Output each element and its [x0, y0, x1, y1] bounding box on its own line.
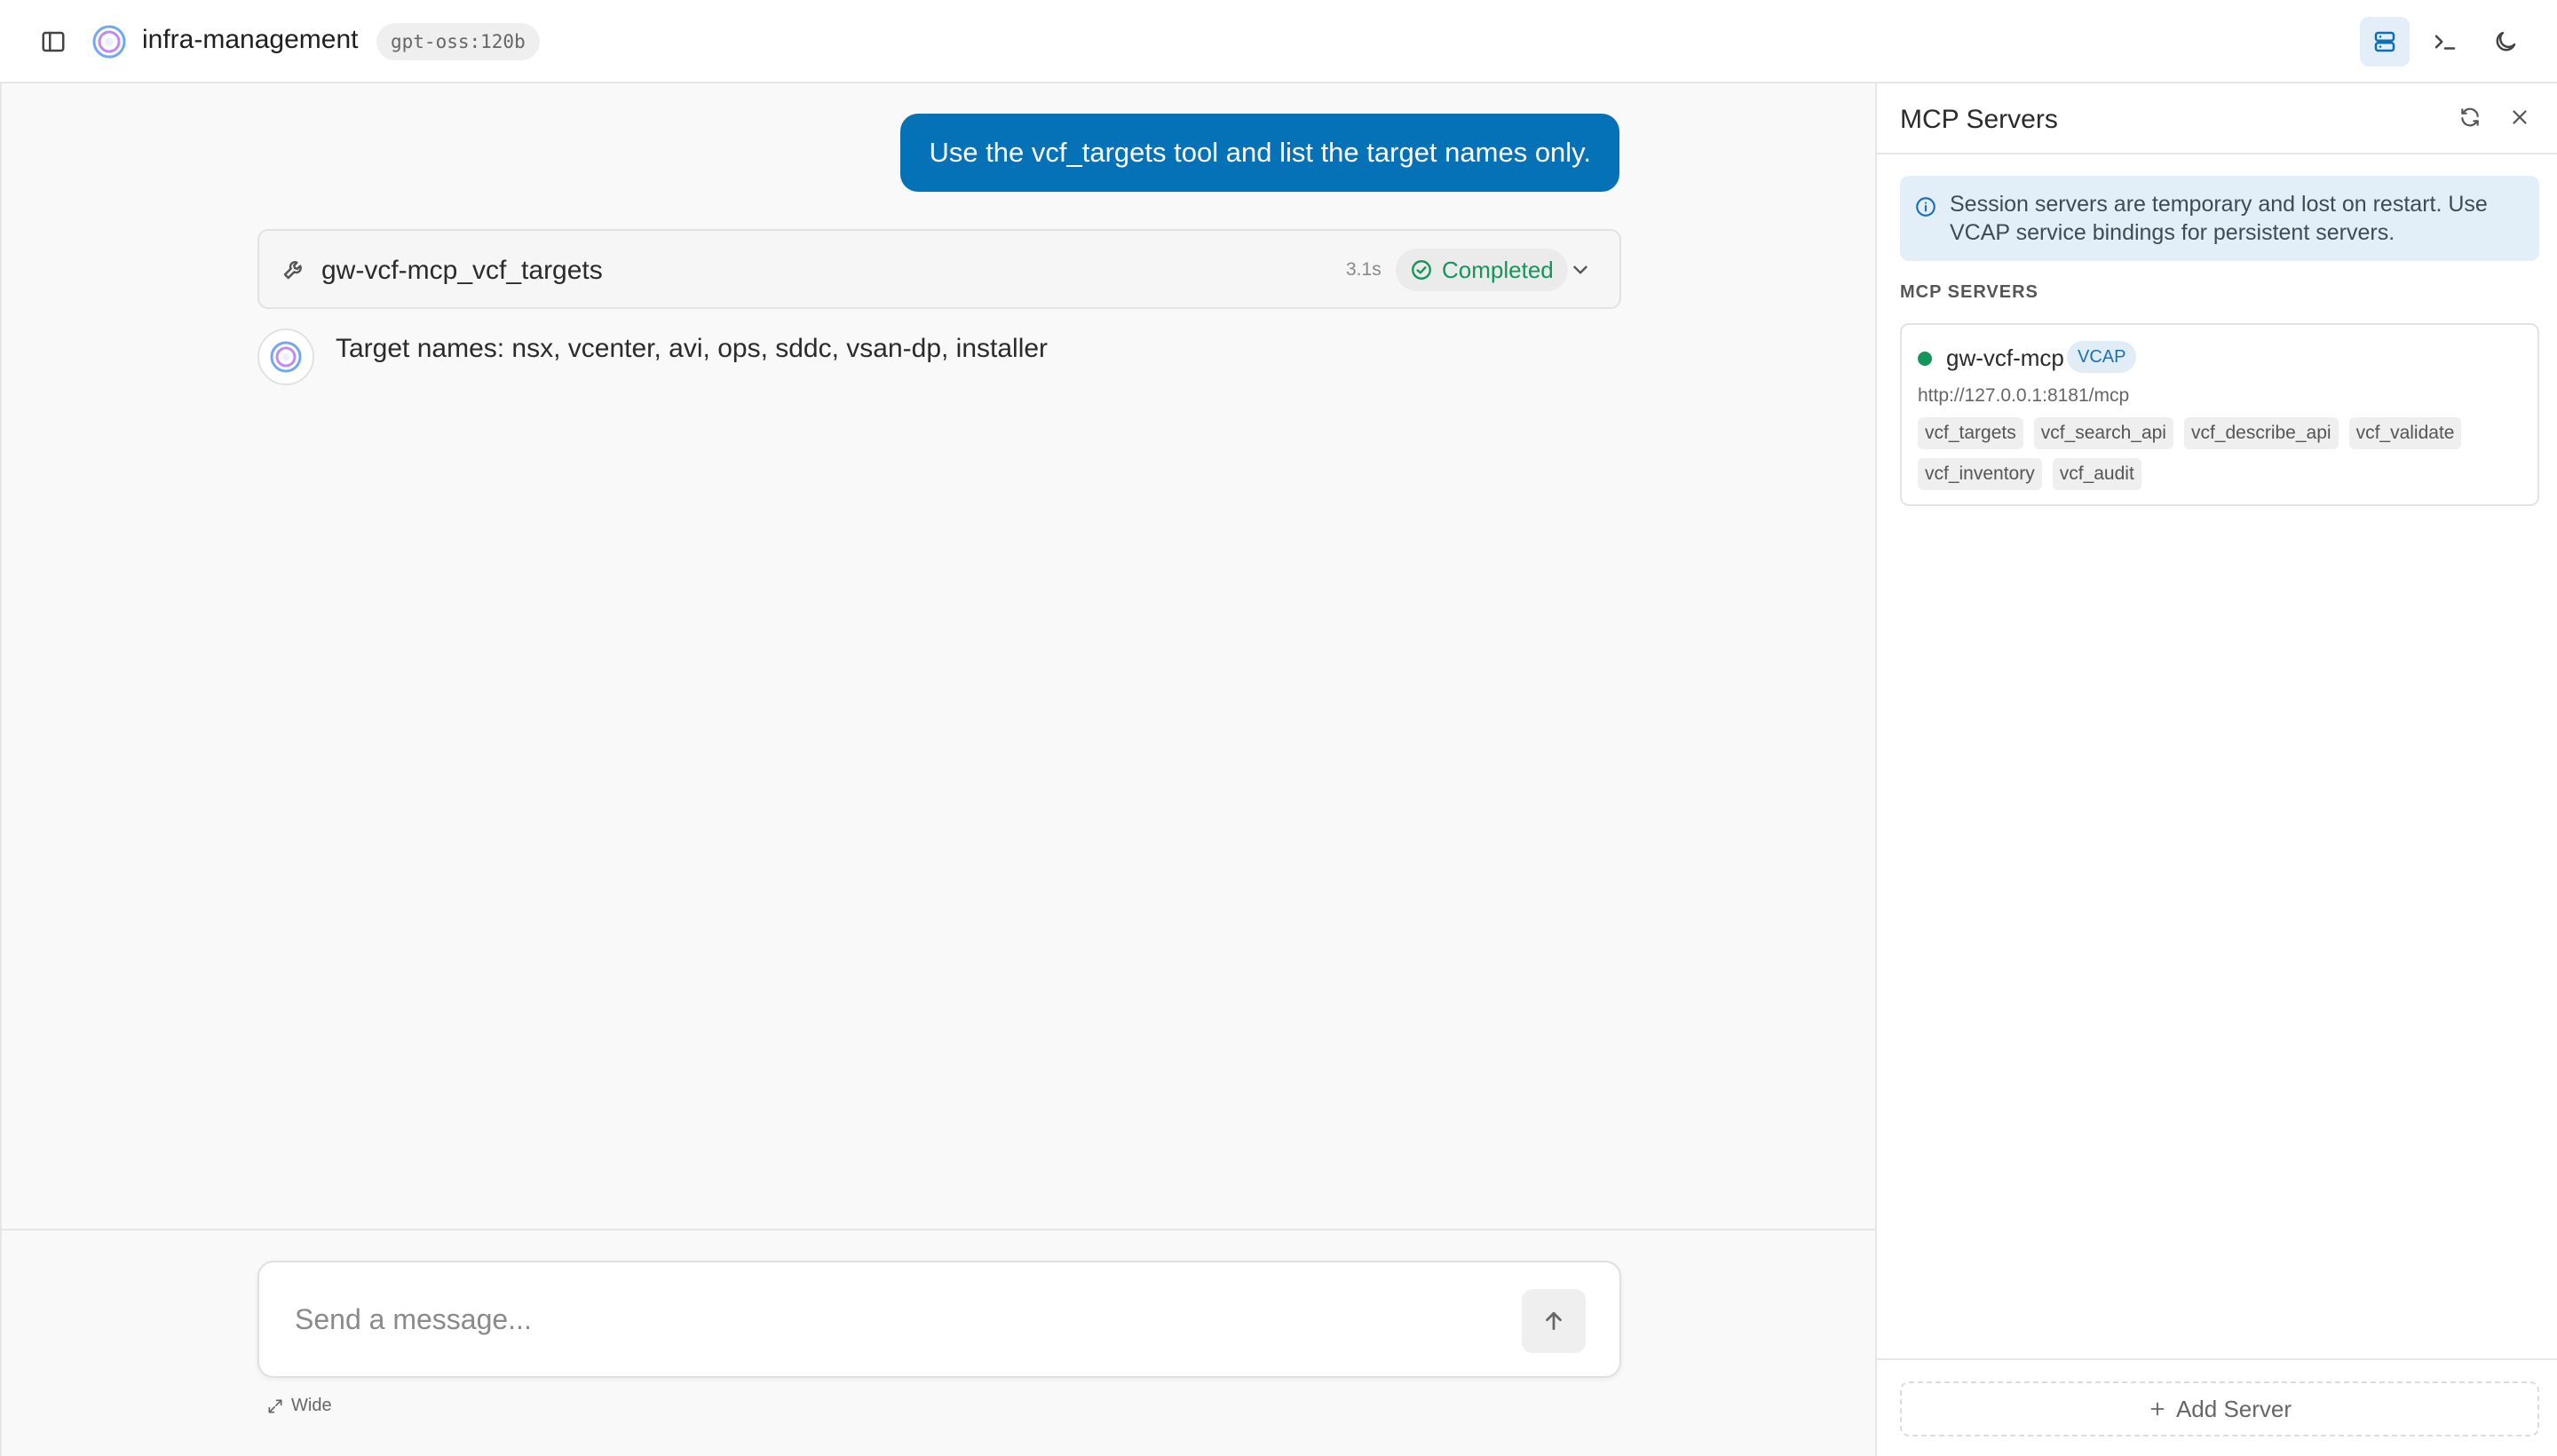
info-icon [1916, 197, 1936, 217]
top-actions [2360, 17, 2530, 67]
app-title: infra-management [142, 25, 359, 54]
terminal-button[interactable] [2420, 17, 2470, 67]
assistant-message: Target names: nsx, vcenter, avi, ops, sd… [336, 334, 1049, 363]
wide-toggle-label: Wide [291, 1396, 332, 1415]
plus-icon [2150, 1402, 2165, 1416]
wrench-icon [281, 256, 309, 284]
sidebar-toggle-button[interactable] [28, 17, 78, 67]
server-name: gw-vcf-mcp [1946, 344, 2064, 371]
tool-call-duration: 3.1s [1346, 259, 1381, 280]
refresh-icon [2461, 107, 2479, 127]
tool-call-card[interactable]: gw-vcf-mcp_vcf_targets 3.1s Completed [257, 229, 1621, 309]
top-bar: infra-management gpt-oss:120b [0, 0, 2557, 83]
send-button[interactable] [1522, 1289, 1586, 1353]
logo-icon [91, 24, 127, 59]
tool-call-status-label: Completed [1442, 256, 1554, 283]
assistant-logo-icon [270, 341, 302, 373]
server-tools-list: vcf_targets vcf_search_api vcf_describe_… [1918, 417, 2530, 490]
close-panel-button[interactable] [2497, 94, 2543, 140]
expand-icon [268, 1399, 282, 1412]
message-input[interactable] [295, 1293, 1467, 1346]
add-server-label: Add Server [2175, 1395, 2292, 1422]
tool-chip: vcf_validate [2348, 417, 2462, 449]
server-status-dot [1918, 352, 1932, 366]
mcp-servers-panel: MCP Servers Session servers are temporar… [1875, 83, 2557, 1456]
server-url: http://127.0.0.1:8181/mcp [1918, 385, 2130, 406]
panel-header: MCP Servers [1877, 83, 2557, 154]
tool-call-name: gw-vcf-mcp_vcf_targets [321, 256, 603, 285]
servers-icon [2374, 31, 2395, 52]
theme-toggle-button[interactable] [2481, 17, 2530, 67]
server-type-badge: VCAP [2067, 341, 2137, 373]
panel-title: MCP Servers [1900, 105, 2058, 134]
model-badge[interactable]: gpt-oss:120b [376, 23, 540, 60]
tool-chip: vcf_targets [1918, 417, 2023, 449]
refresh-button[interactable] [2447, 94, 2493, 140]
tool-chip: vcf_describe_api [2183, 417, 2339, 449]
composer-area: Wide [0, 1229, 1875, 1456]
tool-chip: vcf_audit [2052, 458, 2141, 490]
tool-call-status-badge: Completed [1396, 249, 1568, 291]
info-text: Session servers are temporary and lost o… [1950, 192, 2488, 245]
info-banner: Session servers are temporary and lost o… [1900, 176, 2539, 261]
terminal-icon [2434, 35, 2456, 50]
user-message: Use the vcf_targets tool and list the ta… [900, 114, 1619, 192]
chevron-down-icon [1573, 265, 1587, 274]
chat-area: Use the vcf_targets tool and list the ta… [0, 83, 1875, 1229]
wide-toggle-button[interactable]: Wide [266, 1396, 332, 1416]
composer [257, 1261, 1621, 1378]
add-server-button[interactable]: Add Server [1900, 1381, 2539, 1436]
close-icon [2513, 110, 2527, 124]
expand-tool-call-button[interactable] [1564, 254, 1596, 286]
panel-footer: Add Server [1877, 1358, 2557, 1456]
check-circle-icon [1412, 260, 1431, 280]
server-card[interactable]: gw-vcf-mcp VCAP http://127.0.0.1:8181/mc… [1900, 323, 2539, 506]
moon-icon [2496, 31, 2516, 51]
arrow-up-icon [1546, 1311, 1562, 1331]
sidebar-toggle-icon [42, 31, 65, 52]
assistant-avatar [257, 328, 314, 385]
servers-toggle-button[interactable] [2360, 17, 2410, 67]
section-label: MCP SERVERS [1900, 282, 2038, 302]
panel-actions [2447, 94, 2543, 140]
tool-chip: vcf_search_api [2033, 417, 2173, 449]
tool-chip: vcf_inventory [1918, 458, 2042, 490]
